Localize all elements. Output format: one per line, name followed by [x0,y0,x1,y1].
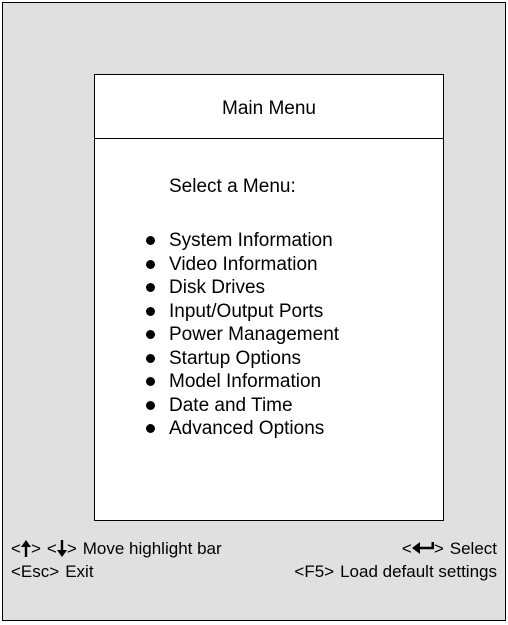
menu-item-label: Video Information [169,253,318,275]
main-menu-panel: Main Menu Select a Menu: System Informat… [94,74,444,521]
menu-item-disk-drives[interactable]: Disk Drives [143,276,339,300]
title-divider [95,138,443,139]
esc-key: <Esc> [11,562,60,581]
setup-screen: Main Menu Select a Menu: System Informat… [2,2,506,621]
bullet-icon [146,400,155,410]
load-defaults-hint: <F5> Load default settings [294,561,497,583]
key-bracket-close: > [66,539,77,558]
menu-item-label: Input/Output Ports [169,300,324,322]
move-highlight-hint: < > < > Move highlight bar [11,538,222,560]
f5-key: <F5> [294,562,335,581]
menu-item-label: Startup Options [169,347,302,369]
bullet-icon [146,424,155,433]
menu-item-date-and-time[interactable]: Date and Time [143,394,339,418]
menu-item-label: Power Management [169,324,340,345]
menu-item-system-information[interactable]: System Information [143,229,339,253]
menu-item-input-output-ports[interactable]: Input/Output Ports [143,300,339,324]
key-bracket-open: < [46,539,57,558]
exit-hint: <Esc> Exit [11,561,94,583]
key-bracket-close: > [433,539,444,558]
help-row-actions: <Esc> Exit <F5> Load default settings [11,561,497,583]
menu-item-label: Disk Drives [169,277,266,298]
exit-label: Exit [65,562,94,581]
bullet-icon [146,236,155,245]
up-arrow-key: < > [11,538,41,560]
help-row-navigation: < > < > Move highlight bar < > Select [11,538,497,560]
key-bracket-open: < [401,539,412,558]
select-label: Select [449,539,497,558]
bullet-icon [146,259,155,269]
bullet-icon [146,283,155,292]
enter-arrow-icon [411,542,434,554]
down-arrow-key: < > [47,538,77,560]
bullet-icon [146,330,155,339]
key-bracket-close: > [30,539,41,558]
menu-item-label: System Information [169,230,333,251]
menu-item-power-management[interactable]: Power Management [143,323,339,347]
bullet-icon [146,306,155,316]
load-defaults-label: Load default settings [340,562,497,581]
down-arrow-icon [56,540,67,557]
menu-item-label: Advanced Options [169,418,325,439]
menu-item-advanced-options[interactable]: Advanced Options [143,417,339,441]
menu-item-video-information[interactable]: Video Information [143,253,339,277]
bullet-icon [146,377,155,386]
menu-item-label: Date and Time [169,394,293,416]
menu-item-model-information[interactable]: Model Information [143,370,339,394]
menu-prompt: Select a Menu: [169,176,296,197]
key-bracket-open: < [11,539,21,558]
enter-key: < > [402,538,444,560]
menu-item-label: Model Information [169,371,322,392]
move-highlight-label: Move highlight bar [82,539,222,558]
bullet-icon [146,353,155,363]
select-hint: < > Select [402,538,497,560]
menu-item-startup-options[interactable]: Startup Options [143,347,339,371]
menu-list: System Information Video Information Dis… [143,229,339,441]
menu-title: Main Menu [222,98,316,119]
up-arrow-icon [20,540,31,557]
